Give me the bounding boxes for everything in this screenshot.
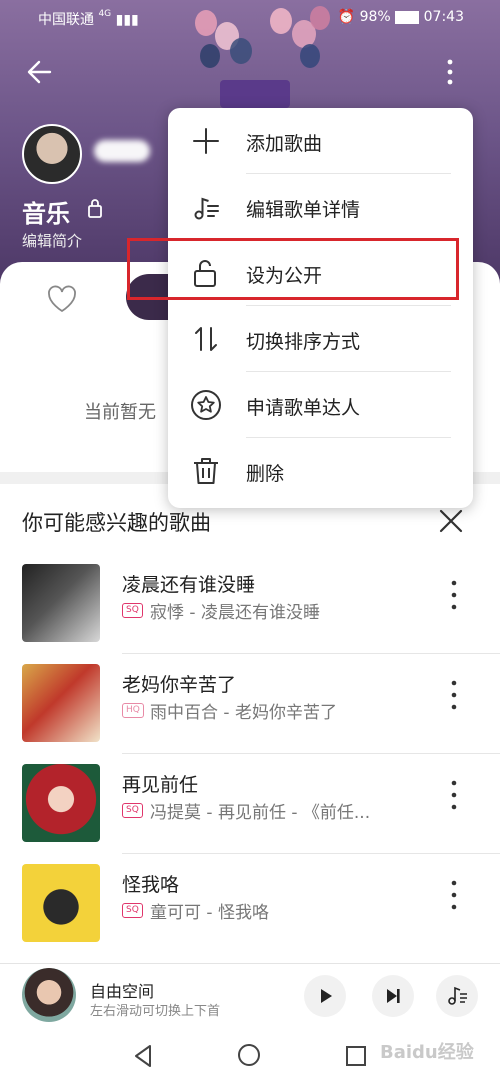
menu-item-delete[interactable]: 删除 — [168, 438, 473, 504]
song-cover — [22, 664, 100, 742]
nav-back-icon[interactable] — [132, 1044, 154, 1068]
watermark: Baidu经验 — [380, 1042, 474, 1063]
song-row[interactable]: 再见前任 SQ 冯提莫 - 再见前任 - 《前任... — [0, 754, 500, 854]
recommend-title: 你可能感兴趣的歌曲 — [22, 511, 211, 535]
song-subtitle: 寂悸 - 凌晨还有谁没睡 — [150, 603, 320, 623]
song-row[interactable]: 凌晨还有谁没睡 SQ 寂悸 - 凌晨还有谁没睡 — [0, 554, 500, 654]
sort-icon — [195, 327, 217, 351]
highlight-box — [127, 238, 459, 300]
menu-item-label: 删除 — [246, 463, 285, 485]
skip-next-icon — [387, 989, 400, 1003]
overflow-menu: 添加歌曲 编辑歌单详情 设为公开 切换排序方式 申请歌单达人 删除 — [168, 108, 473, 508]
quality-badge: SQ — [122, 603, 143, 618]
close-icon[interactable] — [438, 508, 464, 534]
edit-description-link[interactable]: 编辑简介 — [22, 230, 82, 251]
music-queue-icon — [448, 986, 467, 1005]
quality-badge: SQ — [122, 903, 143, 918]
balloon-decoration — [200, 44, 220, 68]
creator-name-blurred — [94, 140, 150, 162]
alarm-icon: ⏰ — [337, 9, 356, 25]
song-title: 老妈你辛苦了 — [122, 674, 237, 696]
creator-avatar[interactable] — [22, 124, 82, 184]
time-text: 07:43 — [423, 9, 464, 25]
menu-item-label: 申请歌单达人 — [246, 397, 361, 419]
song-subtitle: 童可可 - 怪我咯 — [150, 903, 269, 923]
song-title: 凌晨还有谁没睡 — [122, 574, 256, 596]
menu-item-sort[interactable]: 切换排序方式 — [168, 306, 473, 372]
song-more-icon[interactable] — [446, 578, 462, 612]
network-text: 4G — [98, 9, 112, 19]
now-playing-hint: 左右滑动可切换上下首 — [90, 1004, 221, 1019]
song-title: 怪我咯 — [122, 874, 180, 896]
battery-icon — [395, 10, 420, 24]
playlist-title: 音乐 — [22, 200, 70, 228]
quality-badge: SQ — [122, 803, 143, 818]
nav-home-icon[interactable] — [238, 1044, 260, 1066]
quality-badge: HQ — [122, 703, 144, 718]
back-arrow-icon[interactable] — [26, 58, 54, 86]
nav-recents-icon[interactable] — [346, 1046, 366, 1066]
song-subtitle: 冯提莫 - 再见前任 - 《前任... — [150, 803, 371, 823]
heart-icon[interactable] — [46, 284, 78, 314]
edit-list-icon — [194, 197, 219, 220]
play-button[interactable] — [304, 975, 346, 1017]
more-vertical-icon[interactable] — [440, 58, 460, 86]
song-title: 再见前任 — [122, 774, 199, 796]
balloon-decoration — [300, 44, 320, 68]
menu-item-label: 编辑歌单详情 — [246, 199, 361, 221]
empty-state-text: 当前暂无 — [84, 402, 156, 423]
building-decoration — [220, 80, 290, 108]
star-badge-icon — [191, 390, 221, 420]
song-cover — [22, 564, 100, 642]
trash-icon — [194, 458, 218, 484]
now-playing-cover[interactable] — [22, 968, 76, 1022]
song-cover — [22, 764, 100, 842]
battery-text: 98% — [359, 9, 391, 25]
song-row[interactable]: 老妈你辛苦了 HQ 雨中百合 - 老妈你辛苦了 — [0, 654, 500, 754]
song-more-icon[interactable] — [446, 778, 462, 812]
song-more-icon[interactable] — [446, 878, 462, 912]
song-cover — [22, 864, 100, 942]
next-button[interactable] — [372, 975, 414, 1017]
signal-icon: ▮▮▮ — [115, 12, 139, 28]
menu-item-apply-expert[interactable]: 申请歌单达人 — [168, 372, 473, 438]
lock-icon — [88, 199, 102, 218]
play-icon — [321, 989, 332, 1003]
now-playing-title: 自由空间 — [90, 982, 155, 1001]
menu-item-add-song[interactable]: 添加歌曲 — [168, 108, 473, 174]
menu-item-edit-details[interactable]: 编辑歌单详情 — [168, 174, 473, 240]
menu-item-label: 添加歌曲 — [246, 133, 323, 155]
status-bar: 中国联通 4G ▮▮▮ ⏰ 98% 07:43 — [0, 0, 500, 34]
carrier-text: 中国联通 — [38, 12, 94, 28]
plus-icon — [193, 128, 219, 154]
menu-item-label: 切换排序方式 — [246, 331, 361, 353]
song-more-icon[interactable] — [446, 678, 462, 712]
playlist-queue-button[interactable] — [436, 975, 478, 1017]
song-subtitle: 雨中百合 - 老妈你辛苦了 — [150, 703, 337, 723]
song-row[interactable]: 怪我咯 SQ 童可可 - 怪我咯 — [0, 854, 500, 954]
balloon-decoration — [230, 38, 252, 64]
